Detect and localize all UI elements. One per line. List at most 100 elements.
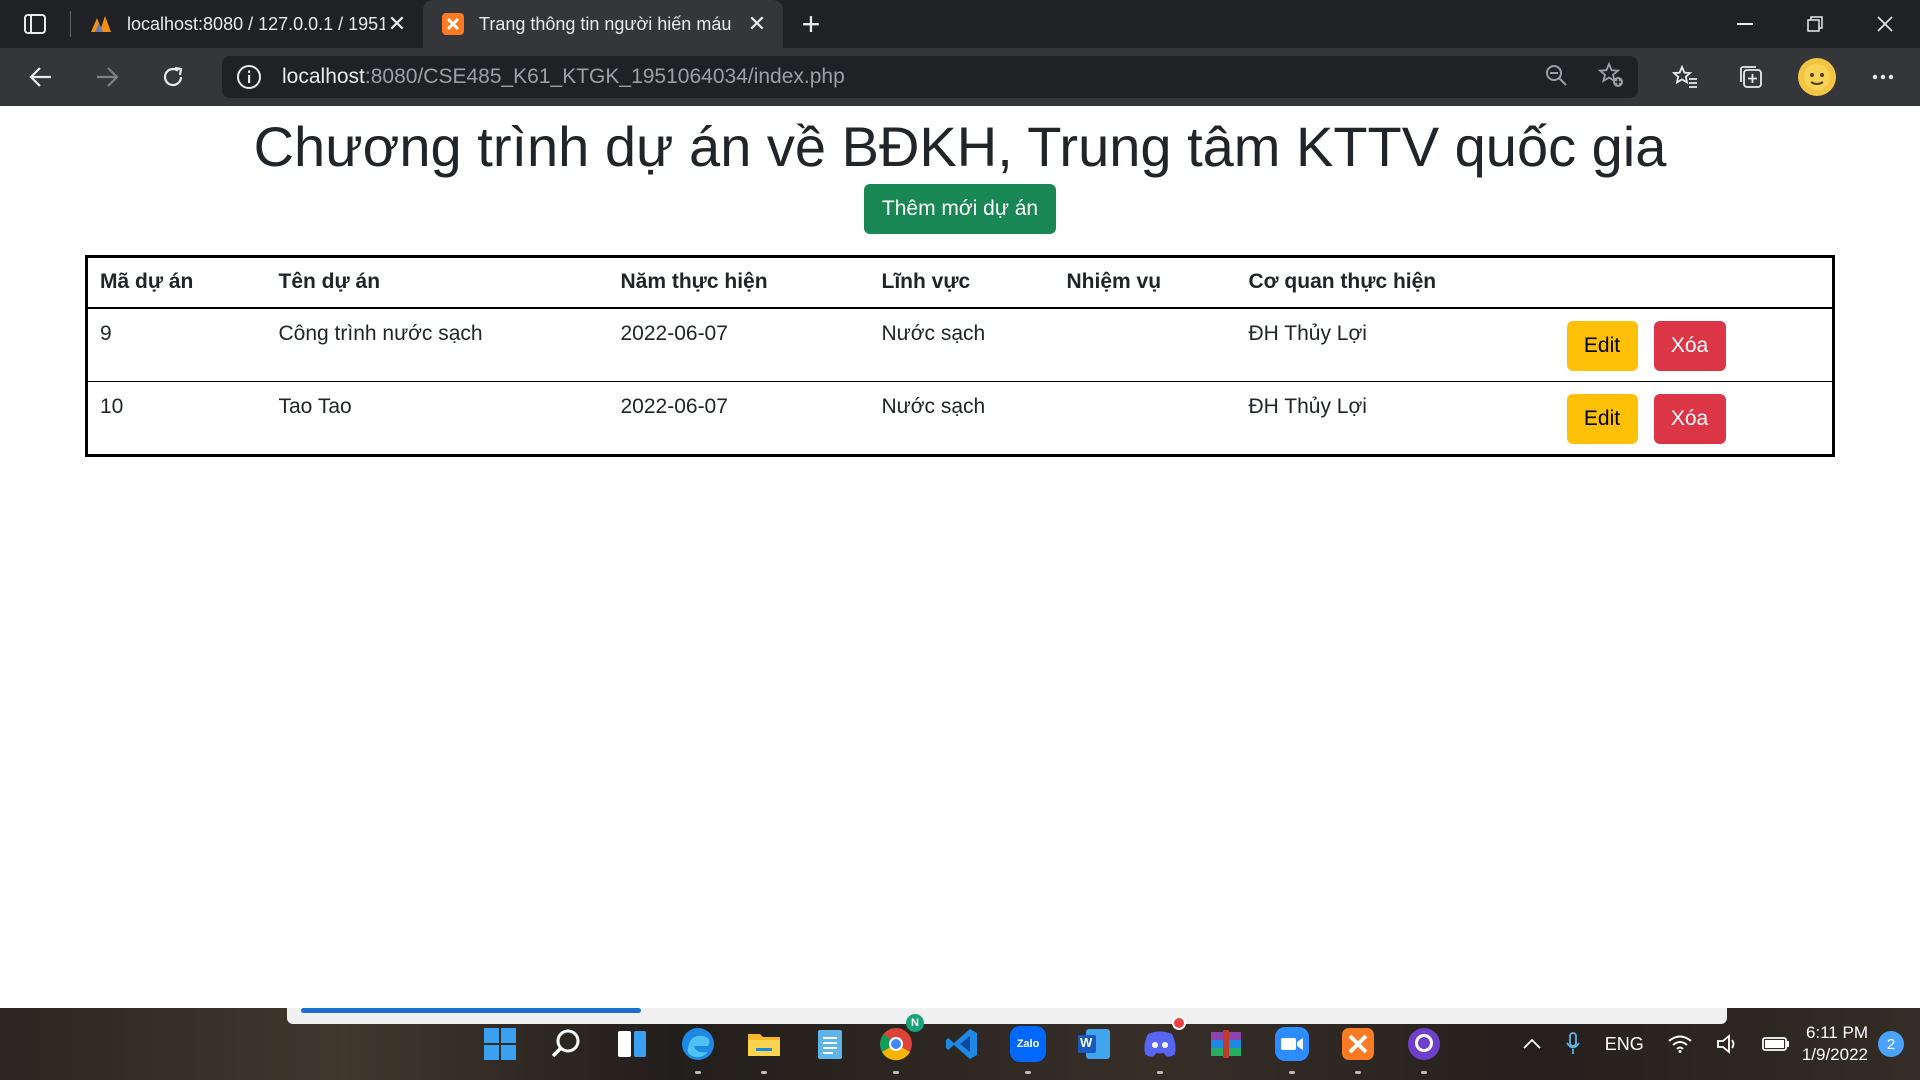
url-path: :8080/CSE485_K61_KTGK_1951064034/index.p… bbox=[364, 65, 845, 88]
microphone-icon[interactable] bbox=[1565, 1032, 1581, 1056]
clock[interactable]: 6:11 PM 1/9/2022 bbox=[1802, 1022, 1868, 1066]
cell-name: Công trình nước sạch bbox=[266, 307, 609, 382]
start-icon[interactable] bbox=[478, 1022, 522, 1066]
delete-button[interactable]: Xóa bbox=[1653, 394, 1726, 444]
tab-active-page[interactable]: Trang thông tin người hiến máu ✕ bbox=[423, 0, 783, 48]
running-indicator bbox=[1355, 1071, 1361, 1074]
cell-id: 10 bbox=[100, 395, 124, 418]
table-row: 9 Công trình nước sạch 2022-06-07 Nước s… bbox=[86, 307, 1834, 382]
scrollbar-thumb[interactable] bbox=[301, 1008, 641, 1013]
col-header-task: Nhiệm vụ bbox=[1054, 256, 1237, 309]
edit-button[interactable]: Edit bbox=[1566, 394, 1638, 444]
col-header-agency: Cơ quan thực hiện bbox=[1236, 256, 1553, 309]
winrar-icon[interactable] bbox=[1204, 1022, 1248, 1066]
word-label: W bbox=[1080, 1035, 1093, 1050]
tab-title: Trang thông tin người hiến máu bbox=[479, 13, 732, 34]
discord-notification-badge bbox=[1172, 1016, 1186, 1030]
page-title: Chương trình dự án về BĐKH, Trung tâm KT… bbox=[253, 115, 1667, 178]
cell-actions: Edit Xóa bbox=[1552, 307, 1834, 382]
running-indicator bbox=[893, 1071, 899, 1074]
collections-icon[interactable] bbox=[1718, 48, 1784, 106]
cell-name: Tao Tao bbox=[278, 395, 352, 418]
projects-table: Mã dự án Tên dự án Năm thực hiện Lĩnh vự… bbox=[85, 255, 1835, 457]
refresh-icon[interactable] bbox=[140, 48, 206, 106]
new-tab-icon[interactable]: + bbox=[783, 0, 839, 48]
notepad-icon[interactable] bbox=[808, 1022, 852, 1066]
cell-agency: ĐH Thủy Lợi bbox=[1236, 307, 1553, 382]
volume-icon[interactable] bbox=[1716, 1034, 1738, 1054]
language-indicator[interactable]: ENG bbox=[1605, 1034, 1644, 1055]
cell-actions: Edit Xóa bbox=[1553, 382, 1834, 456]
wifi-icon[interactable] bbox=[1668, 1035, 1692, 1053]
add-project-button[interactable]: Thêm mới dự án bbox=[864, 184, 1056, 234]
table-row: 10 Tao Tao 2022-06-07 Nước sạch ĐH Thủy … bbox=[87, 382, 1834, 456]
back-icon[interactable] bbox=[8, 48, 74, 106]
chrome-icon[interactable]: N bbox=[874, 1014, 924, 1074]
cell-task bbox=[1055, 382, 1237, 456]
favorites-icon[interactable] bbox=[1652, 48, 1718, 106]
running-indicator bbox=[1289, 1071, 1295, 1074]
zoom-app-icon[interactable] bbox=[1270, 1022, 1314, 1074]
search-icon[interactable] bbox=[544, 1022, 588, 1066]
edit-button[interactable]: Edit bbox=[1566, 320, 1638, 371]
delete-button[interactable]: Xóa bbox=[1653, 320, 1726, 371]
github-desktop-icon[interactable] bbox=[1402, 1022, 1446, 1074]
site-info-icon[interactable] bbox=[236, 64, 262, 90]
browser-tabstrip: localhost:8080 / 127.0.0.1 / 1951 ✕ Tran… bbox=[0, 0, 1920, 48]
window-controls bbox=[1710, 0, 1920, 48]
tab-phpmyadmin[interactable]: localhost:8080 / 127.0.0.1 / 1951 ✕ bbox=[71, 0, 423, 48]
taskbar-apps: N Zalo W bbox=[478, 1014, 1446, 1074]
toolbar-actions bbox=[1652, 48, 1916, 106]
close-tab-icon[interactable]: ✕ bbox=[745, 11, 769, 36]
running-indicator bbox=[1025, 1071, 1031, 1074]
add-favorite-icon[interactable] bbox=[1597, 61, 1624, 93]
page-content: Chương trình dự án về BĐKH, Trung tâm KT… bbox=[0, 106, 1920, 1008]
cell-id: 9 bbox=[86, 307, 267, 382]
close-tab-icon[interactable]: ✕ bbox=[385, 11, 409, 36]
vscode-icon[interactable] bbox=[940, 1022, 984, 1066]
profile-avatar[interactable] bbox=[1784, 48, 1850, 106]
restore-icon[interactable] bbox=[1780, 0, 1850, 48]
avatar-icon bbox=[1798, 58, 1836, 96]
running-indicator bbox=[1421, 1071, 1427, 1074]
xampp-taskbar-icon[interactable] bbox=[1336, 1022, 1380, 1074]
address-bar[interactable]: localhost:8080/CSE485_K61_KTGK_195106403… bbox=[222, 56, 1638, 98]
cell-task bbox=[1054, 307, 1237, 382]
task-view-icon[interactable] bbox=[610, 1022, 654, 1066]
minimize-icon[interactable] bbox=[1710, 0, 1780, 48]
cell-field: Nước sạch bbox=[881, 395, 986, 418]
discord-icon[interactable] bbox=[1138, 1016, 1186, 1074]
col-header-name: Tên dự án bbox=[266, 256, 609, 309]
col-header-id: Mã dự án bbox=[86, 256, 267, 309]
phpmyadmin-icon bbox=[89, 12, 113, 36]
clock-time: 6:11 PM bbox=[1805, 1023, 1868, 1042]
chrome-profile-badge: N bbox=[906, 1014, 924, 1032]
zalo-icon[interactable]: Zalo bbox=[1006, 1022, 1050, 1074]
more-options-icon[interactable] bbox=[1850, 48, 1916, 106]
browser-toolbar: localhost:8080/CSE485_K61_KTGK_195106403… bbox=[0, 48, 1920, 106]
notification-badge[interactable]: 2 bbox=[1878, 1031, 1904, 1057]
word-icon[interactable]: W bbox=[1072, 1022, 1116, 1066]
col-header-year: Năm thực hiện bbox=[608, 256, 870, 309]
show-hidden-icons-icon[interactable] bbox=[1523, 1039, 1541, 1049]
col-header-actions bbox=[1552, 256, 1834, 309]
zalo-label: Zalo bbox=[1016, 1038, 1040, 1050]
cell-field: Nước sạch bbox=[869, 307, 1055, 382]
xampp-icon bbox=[441, 12, 465, 36]
cell-year: 2022-06-07 bbox=[608, 307, 870, 382]
running-indicator bbox=[761, 1071, 767, 1074]
running-indicator bbox=[695, 1071, 701, 1074]
system-tray: ENG 6:11 PM 1/9/2022 2 bbox=[1511, 1008, 1920, 1080]
clock-date: 1/9/2022 bbox=[1801, 1045, 1868, 1064]
tab-title: localhost:8080 / 127.0.0.1 / 1951 bbox=[127, 13, 385, 34]
running-indicator bbox=[1157, 1071, 1163, 1074]
battery-icon[interactable] bbox=[1761, 1035, 1790, 1053]
zoom-icon[interactable] bbox=[1544, 63, 1568, 92]
forward-icon[interactable] bbox=[74, 48, 140, 106]
cell-agency: ĐH Thủy Lợi bbox=[1248, 395, 1367, 418]
close-window-icon[interactable] bbox=[1850, 0, 1920, 48]
tab-actions-icon[interactable] bbox=[0, 0, 70, 48]
file-explorer-icon[interactable] bbox=[742, 1022, 786, 1074]
edge-icon[interactable] bbox=[676, 1022, 720, 1074]
url-host: localhost bbox=[282, 65, 365, 88]
